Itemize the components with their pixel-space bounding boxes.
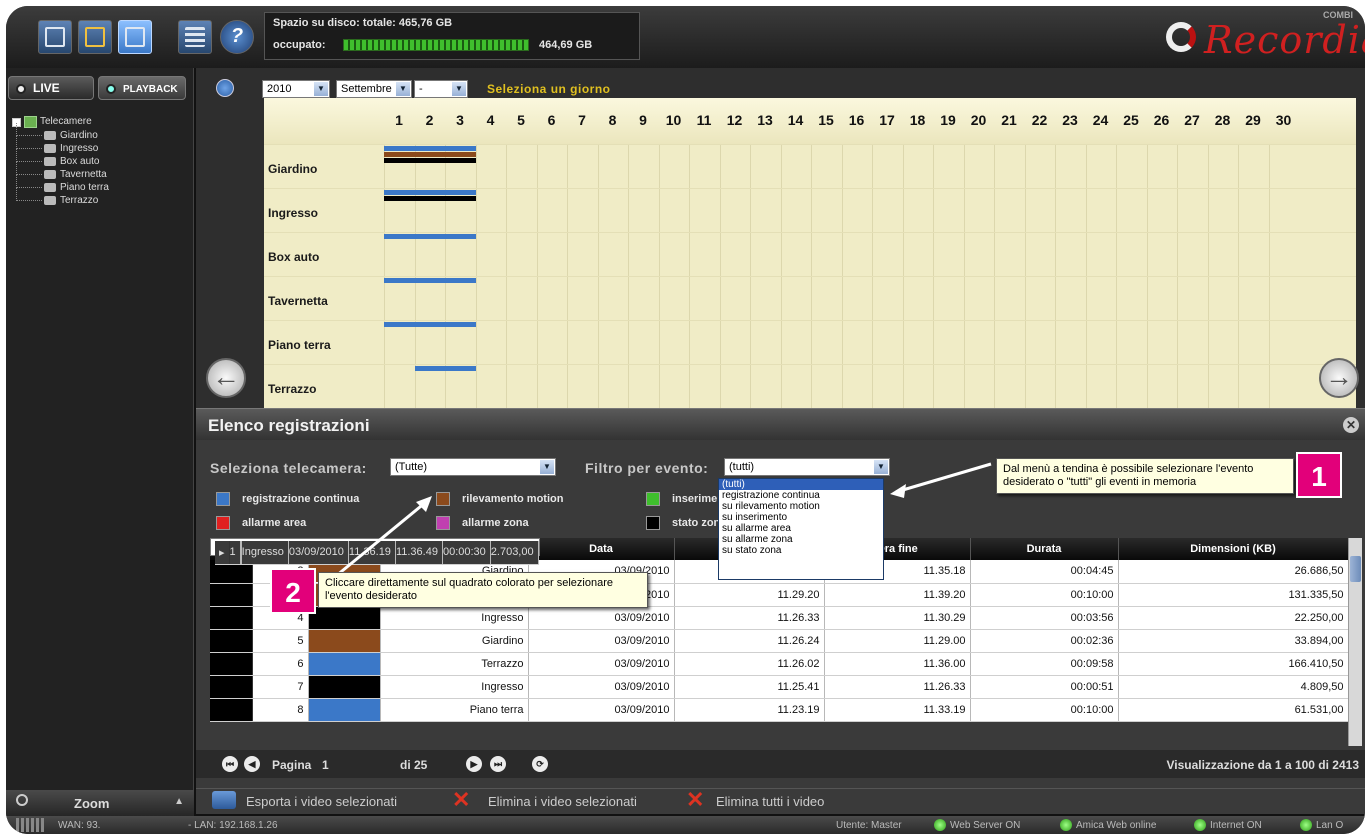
app-window: ? Spazio su disco: totale: 465,76 GB occ…: [6, 6, 1365, 834]
arrow-2: [335, 500, 427, 578]
callout-2: Cliccare direttamente sul quadrato color…: [318, 572, 648, 608]
arrow-1-head: [890, 484, 906, 498]
badge-2: 2: [270, 568, 316, 614]
badge-1: 1: [1296, 452, 1342, 498]
arrow-1: [895, 462, 992, 494]
annotation-arrows: [335, 462, 992, 578]
callout-1: Dal menù a tendina è possibile seleziona…: [996, 458, 1294, 494]
